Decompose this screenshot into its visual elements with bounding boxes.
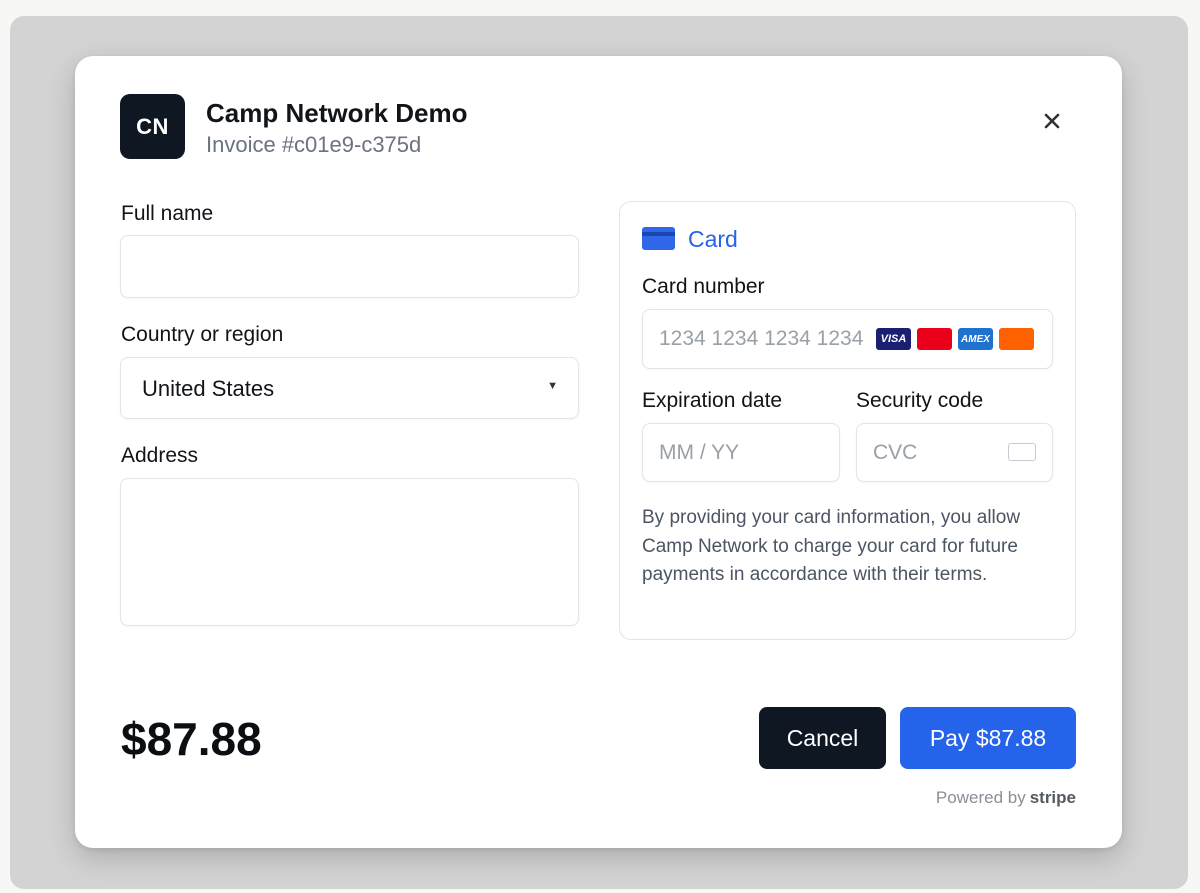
total-amount: $87.88 bbox=[121, 713, 262, 765]
card-consent-text: By providing your card information, you … bbox=[642, 507, 1021, 585]
payment-modal: CN Camp Network Demo Invoice #c01e9-c375… bbox=[75, 56, 1122, 848]
amex-icon: AMEX bbox=[958, 328, 993, 350]
invoice-number: Invoice #c01e9-c375d bbox=[206, 132, 422, 157]
address-textarea[interactable] bbox=[120, 478, 579, 626]
mastercard-icon bbox=[917, 328, 952, 350]
merchant-logo: CN bbox=[120, 94, 185, 159]
card-number-input[interactable]: 1234 1234 1234 1234 VISA AMEX bbox=[642, 309, 1053, 369]
pay-button[interactable]: Pay $87.88 bbox=[900, 707, 1076, 769]
card-payment-panel: Card Card number 1234 1234 1234 1234 VIS… bbox=[619, 201, 1076, 640]
cvc-input[interactable]: CVC bbox=[856, 423, 1053, 482]
country-label: Country or region bbox=[121, 323, 284, 346]
card-number-placeholder: 1234 1234 1234 1234 bbox=[659, 327, 864, 350]
discover-icon bbox=[999, 328, 1034, 350]
cvc-placeholder: CVC bbox=[873, 441, 918, 464]
close-icon bbox=[1044, 113, 1060, 129]
powered-by-stripe[interactable]: Powered by stripe bbox=[936, 788, 1076, 808]
card-number-label: Card number bbox=[642, 275, 765, 298]
country-select[interactable]: United States ▼ bbox=[120, 357, 579, 419]
expiry-placeholder: MM / YY bbox=[659, 441, 740, 464]
card-tab-label[interactable]: Card bbox=[688, 226, 738, 253]
cancel-button[interactable]: Cancel bbox=[759, 707, 886, 769]
powered-by-text: Powered by bbox=[935, 788, 1026, 807]
close-button[interactable] bbox=[1037, 106, 1067, 136]
country-select-value: United States bbox=[142, 376, 275, 401]
chevron-down-icon: ▼ bbox=[547, 380, 558, 392]
merchant-name: Camp Network Demo bbox=[206, 98, 468, 128]
stripe-wordmark: stripe bbox=[1029, 788, 1076, 807]
cvc-card-icon bbox=[1008, 443, 1036, 461]
credit-card-icon bbox=[642, 227, 675, 250]
expiry-input[interactable]: MM / YY bbox=[642, 423, 840, 482]
full-name-input[interactable] bbox=[120, 235, 579, 298]
full-name-label: Full name bbox=[121, 202, 214, 225]
cvc-label: Security code bbox=[856, 389, 984, 412]
visa-icon: VISA bbox=[876, 328, 911, 350]
address-label: Address bbox=[121, 444, 199, 467]
expiry-label: Expiration date bbox=[642, 389, 783, 412]
